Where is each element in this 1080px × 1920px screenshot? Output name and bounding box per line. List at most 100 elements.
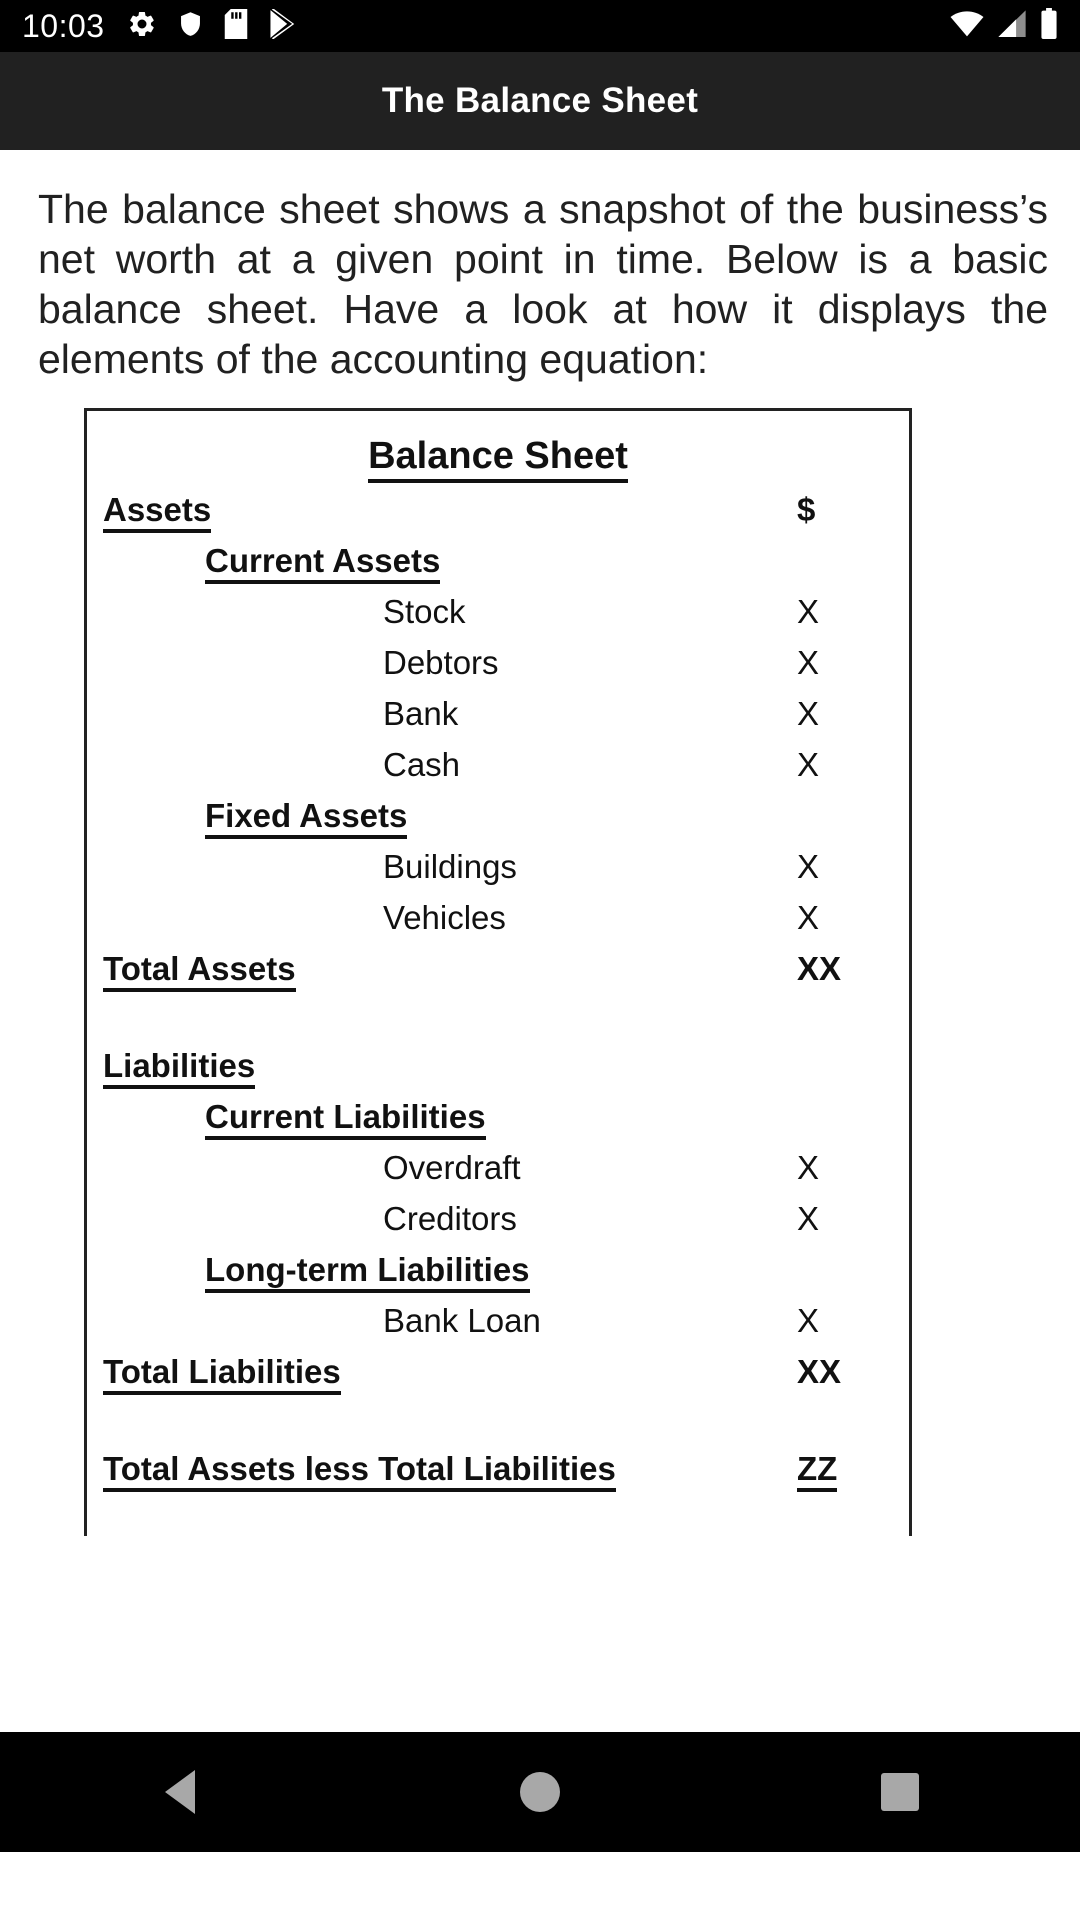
row-label-text: Overdraft [383, 1149, 521, 1187]
row-value-text: X [797, 1302, 820, 1340]
balance-sheet-row-value: X [789, 841, 909, 892]
balance-sheet-row-label: Long-term Liabilities [87, 1244, 789, 1295]
balance-sheet-row: Overdraft X [87, 1142, 909, 1193]
back-button[interactable] [90, 1732, 270, 1852]
row-value-text: X [797, 695, 820, 733]
row-label-text: Stock [383, 593, 466, 631]
spacer-cell [87, 994, 789, 1040]
shield-icon [177, 9, 204, 44]
balance-sheet-row-value: X [789, 637, 909, 688]
gear-icon [127, 9, 157, 44]
balance-sheet-row: Long-term Liabilities [87, 1244, 909, 1295]
row-label-text: Total Assets less Total Liabilities [103, 1450, 616, 1493]
balance-sheet-row: Bank Loan X [87, 1295, 909, 1346]
balance-sheet-row: Assets $ [87, 484, 909, 535]
row-label-text: Total Liabilities [103, 1353, 341, 1396]
row-label-text: Buildings [383, 848, 517, 886]
balance-sheet-row: Fixed Assets [87, 790, 909, 841]
recents-square-icon [881, 1773, 919, 1811]
balance-sheet-figure: Balance Sheet Assets $ Current Assets Stock… [84, 408, 912, 1537]
balance-sheet-row-label: Overdraft [87, 1142, 789, 1193]
recents-button[interactable] [810, 1732, 990, 1852]
balance-sheet-row-value [789, 790, 909, 841]
page-title: The Balance Sheet [381, 81, 699, 120]
balance-sheet-row-value [789, 1091, 909, 1142]
navigation-bar [0, 1732, 1080, 1852]
balance-sheet-row-value [789, 1040, 909, 1091]
balance-sheet-row-label: Stock [87, 586, 789, 637]
row-label-text: Cash [383, 746, 461, 784]
balance-sheet-spacer [87, 1397, 909, 1443]
row-value-text: X [797, 848, 820, 886]
balance-sheet-row-value [789, 535, 909, 586]
row-label-text: Creditors [383, 1200, 517, 1238]
balance-sheet-row-label: Fixed Assets [87, 790, 789, 841]
row-label-text: Vehicles [383, 899, 506, 937]
balance-sheet-row-label: Creditors [87, 1193, 789, 1244]
balance-sheet-row: Total Assets less Total Liabilities ZZ [87, 1443, 909, 1494]
status-right-icon-group [950, 7, 1058, 45]
balance-sheet-row-label: Total Assets [87, 943, 789, 994]
row-value-text: XX [797, 950, 842, 988]
row-value-text: ZZ [797, 1450, 838, 1493]
content-scroll-area[interactable]: The balance sheet shows a snapshot of th… [0, 150, 1080, 1852]
balance-sheet-row-label: Debtors [87, 637, 789, 688]
balance-sheet-row-label: Current Liabilities [87, 1091, 789, 1142]
balance-sheet-row: Total Liabilities XX [87, 1346, 909, 1397]
row-label-text: Long-term Liabilities [205, 1251, 530, 1294]
balance-sheet-row-value: XX [789, 1346, 909, 1397]
row-label-text: Bank [383, 695, 459, 733]
row-value-text: XX [797, 1353, 842, 1391]
status-left-icon-group [127, 7, 950, 44]
balance-sheet-row-value: X [789, 1295, 909, 1346]
balance-sheet-row-label: Buildings [87, 841, 789, 892]
row-label-text: Fixed Assets [205, 797, 408, 840]
balance-sheet-row-label: Vehicles [87, 892, 789, 943]
row-value-text: X [797, 746, 820, 784]
status-clock: 10:03 [22, 7, 105, 44]
intro-paragraph: The balance sheet shows a snapshot of th… [38, 186, 1048, 383]
row-value-text: X [797, 593, 820, 631]
balance-sheet-row-value: X [789, 1193, 909, 1244]
balance-sheet-row-value: X [789, 586, 909, 637]
balance-sheet-row: Buildings X [87, 841, 909, 892]
balance-sheet-row: Total Assets XX [87, 943, 909, 994]
balance-sheet-row: Bank X [87, 688, 909, 739]
row-label-text: Total Assets [103, 950, 296, 993]
balance-sheet-row-value: $ [789, 484, 909, 535]
row-value-text: X [797, 1149, 820, 1187]
balance-sheet-row: Liabilities [87, 1040, 909, 1091]
balance-sheet-row-value: X [789, 1142, 909, 1193]
balance-sheet-row-value [789, 1244, 909, 1295]
balance-sheet-row-label: Bank Loan [87, 1295, 789, 1346]
balance-sheet-row-label: Assets [87, 484, 789, 535]
row-value-text: X [797, 1200, 820, 1238]
balance-sheet-row-value: ZZ [789, 1443, 909, 1494]
wifi-icon [950, 9, 984, 44]
row-value-text: X [797, 644, 820, 682]
row-value-text: $ [797, 491, 816, 529]
home-button[interactable] [450, 1732, 630, 1852]
balance-sheet-row: Stock X [87, 586, 909, 637]
balance-sheet-row-label: Cash [87, 739, 789, 790]
row-label-text: Assets [103, 491, 212, 534]
sd-card-icon [224, 8, 248, 44]
balance-sheet-row: Vehicles X [87, 892, 909, 943]
balance-sheet-row-value: X [789, 688, 909, 739]
row-value-text: X [797, 899, 820, 937]
cellular-signal-icon [997, 9, 1027, 44]
balance-sheet-spacer [87, 994, 909, 1040]
balance-sheet-table: Assets $ Current Assets Stock X Debtors X Bank X… [87, 484, 909, 1494]
status-bar: 10:03 [0, 0, 1080, 52]
balance-sheet-row-label: Current Assets [87, 535, 789, 586]
row-label-text: Current Assets [205, 542, 441, 585]
balance-sheet-row-label: Liabilities [87, 1040, 789, 1091]
balance-sheet-row-value: X [789, 892, 909, 943]
balance-sheet-row-label: Bank [87, 688, 789, 739]
balance-sheet-row-value: X [789, 739, 909, 790]
balance-sheet-row: Debtors X [87, 637, 909, 688]
balance-sheet-row-value: XX [789, 943, 909, 994]
balance-sheet-row-label: Total Liabilities [87, 1346, 789, 1397]
row-label-text: Bank Loan [383, 1302, 541, 1340]
balance-sheet-row: Current Liabilities [87, 1091, 909, 1142]
